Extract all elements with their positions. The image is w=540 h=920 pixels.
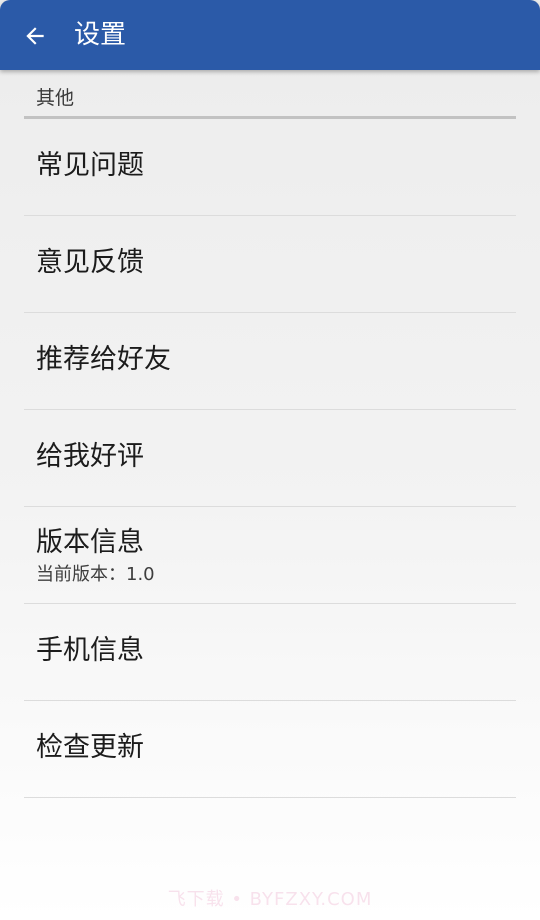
- check-update-item[interactable]: 检查更新: [24, 701, 516, 798]
- section-header-other: 其他: [24, 80, 516, 119]
- section-header-label: 其他: [36, 87, 75, 109]
- arrow-left-icon: [22, 23, 48, 49]
- page-title: 设置: [74, 20, 127, 50]
- phone-info-label: 手机信息: [36, 635, 144, 666]
- recommend-to-friends-label: 推荐给好友: [36, 344, 171, 375]
- version-info-label: 版本信息: [36, 527, 144, 558]
- recommend-to-friends-item[interactable]: 推荐给好友: [24, 313, 516, 410]
- back-button[interactable]: [14, 15, 56, 57]
- rate-app-label: 给我好评: [36, 441, 144, 472]
- watermark: 飞下载 • BYFZXY.COM: [167, 889, 373, 910]
- app-bar: 设置: [0, 0, 540, 70]
- settings-list: 常见问题 意见反馈 推荐给好友 给我好评 版本信息 当前版本：1.0 手机信息 …: [24, 119, 516, 798]
- phone-info-item[interactable]: 手机信息: [24, 604, 516, 701]
- rate-app-item[interactable]: 给我好评: [24, 410, 516, 507]
- version-info-item[interactable]: 版本信息 当前版本：1.0: [24, 507, 516, 604]
- check-update-label: 检查更新: [36, 732, 144, 763]
- faq-item[interactable]: 常见问题: [24, 119, 516, 216]
- feedback-label: 意见反馈: [36, 247, 144, 278]
- feedback-item[interactable]: 意见反馈: [24, 216, 516, 313]
- current-version-text: 当前版本：1.0: [36, 564, 155, 585]
- faq-label: 常见问题: [36, 150, 144, 181]
